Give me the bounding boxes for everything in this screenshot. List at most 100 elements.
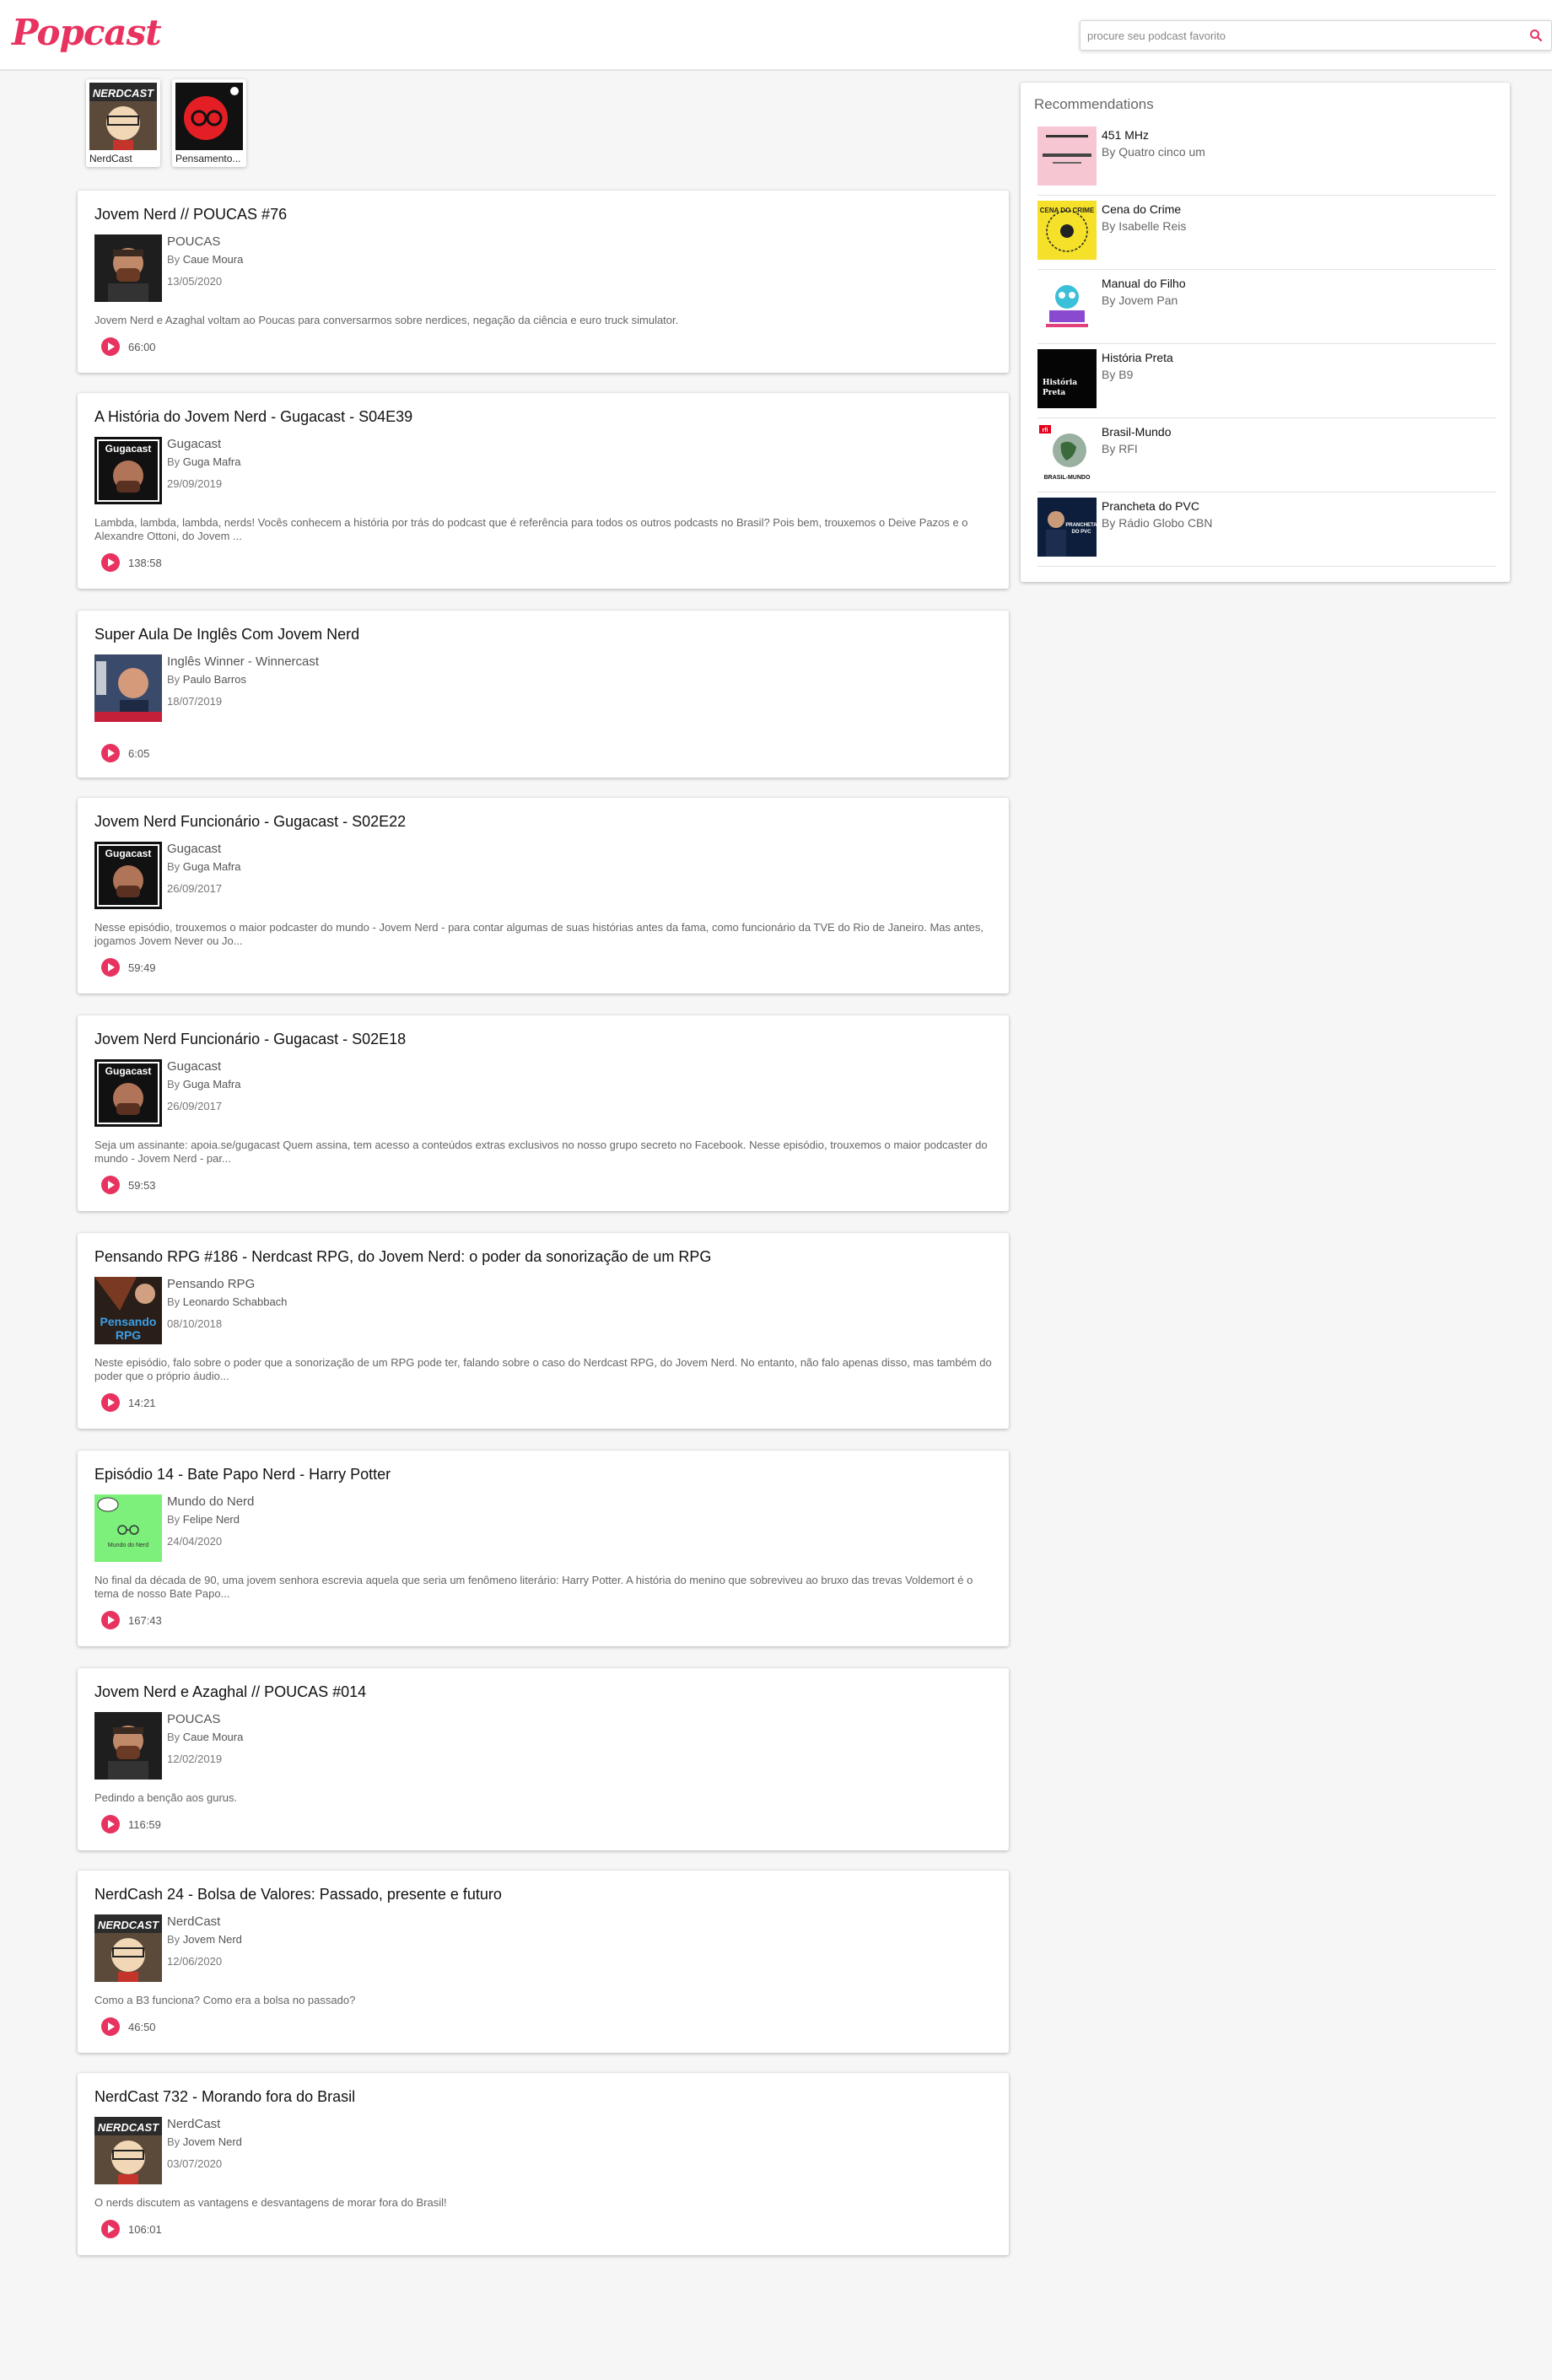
episode-card[interactable]: Super Aula De Inglês Com Jovem Nerd Ingl… <box>78 611 1009 778</box>
episode-description: O nerds discutem as vantagens e desvanta… <box>94 2196 447 2209</box>
recommendation-item[interactable]: Manual do Filho By Jovem Pan <box>1037 270 1496 344</box>
episode-podcast[interactable]: POUCAS <box>167 234 220 249</box>
manual-do-filho-cover <box>1037 275 1097 334</box>
recommendation-item[interactable]: 451 MHz By Quatro cinco um <box>1037 121 1496 196</box>
by-label: By <box>167 2135 181 2148</box>
recommendation-item[interactable]: CENA DO CRIME Cena do Crime By Isabelle … <box>1037 196 1496 270</box>
recommendation-item[interactable]: rfi BRASIL-MUNDO Brasil-Mundo By RFI <box>1037 418 1496 493</box>
author-name[interactable]: Jovem Nerd <box>183 1933 242 1946</box>
episode-author: By Caue Moura <box>167 253 243 266</box>
episode-date: 08/10/2018 <box>167 1317 223 1330</box>
episode-podcast[interactable]: POUCAS <box>167 1712 220 1726</box>
search-icon[interactable] <box>1529 29 1543 42</box>
episode-podcast[interactable]: Mundo do Nerd <box>167 1494 254 1509</box>
episode-author: By Leonardo Schabbach <box>167 1295 287 1308</box>
svg-text:Pensando: Pensando <box>100 1315 157 1328</box>
episode-title[interactable]: Pensando RPG #186 - Nerdcast RPG, do Jov… <box>94 1248 711 1266</box>
subscription-label: NerdCast <box>89 153 132 164</box>
episode-podcast[interactable]: Gugacast <box>167 437 221 451</box>
play-icon[interactable] <box>101 1393 120 1412</box>
prancheta-do-pvc-cover: PRANCHETA DO PVC <box>1037 498 1097 557</box>
pensamento-cover <box>175 83 243 150</box>
episode-title[interactable]: Episódio 14 - Bate Papo Nerd - Harry Pot… <box>94 1466 391 1483</box>
play-icon[interactable] <box>101 958 120 977</box>
svg-text:NERDCAST: NERDCAST <box>98 1919 159 1931</box>
episode-title[interactable]: NerdCast 732 - Morando fora do Brasil <box>94 2088 355 2106</box>
episode-description: Pedindo a benção aos gurus. <box>94 1791 238 1804</box>
episode-title[interactable]: Jovem Nerd Funcionário - Gugacast - S02E… <box>94 1031 406 1048</box>
recommendation-name[interactable]: 451 MHz <box>1102 128 1149 142</box>
episode-title[interactable]: A História do Jovem Nerd - Gugacast - S0… <box>94 408 412 426</box>
svg-text:DO PVC: DO PVC <box>1071 530 1091 535</box>
author-name[interactable]: Felipe Nerd <box>183 1513 240 1526</box>
play-icon[interactable] <box>101 337 120 356</box>
play-icon[interactable] <box>101 2017 120 2036</box>
episode-date: 29/09/2019 <box>167 477 223 490</box>
author-name[interactable]: Jovem Nerd <box>183 2135 242 2148</box>
episode-card[interactable]: NerdCast 732 - Morando fora do Brasil NE… <box>78 2073 1009 2255</box>
play-icon[interactable] <box>101 2220 120 2238</box>
play-icon[interactable] <box>101 1176 120 1194</box>
episode-podcast[interactable]: NerdCast <box>167 1914 220 1929</box>
recommendation-name[interactable]: Prancheta do PVC <box>1102 499 1199 513</box>
episode-podcast[interactable]: NerdCast <box>167 2117 220 2131</box>
author-name[interactable]: Guga Mafra <box>183 860 241 873</box>
play-icon[interactable] <box>101 744 120 762</box>
episode-author: By Guga Mafra <box>167 860 240 873</box>
play-icon[interactable] <box>101 553 120 572</box>
episode-title[interactable]: Super Aula De Inglês Com Jovem Nerd <box>94 626 359 643</box>
episode-title[interactable]: Jovem Nerd e Azaghal // POUCAS #014 <box>94 1683 366 1701</box>
by-label: By <box>167 673 181 686</box>
episode-card[interactable]: Jovem Nerd Funcionário - Gugacast - S02E… <box>78 1015 1009 1211</box>
brasil-mundo-cover: rfi BRASIL-MUNDO <box>1037 423 1097 482</box>
episode-podcast[interactable]: Inglês Winner - Winnercast <box>167 654 319 669</box>
gugacast-logo-text: Gugacast <box>105 1065 152 1077</box>
recommendation-name[interactable]: Manual do Filho <box>1102 277 1186 290</box>
episode-card[interactable]: Jovem Nerd // POUCAS #76 POUCAS By Caue … <box>78 191 1009 373</box>
episode-card[interactable]: A História do Jovem Nerd - Gugacast - S0… <box>78 393 1009 589</box>
episode-title[interactable]: Jovem Nerd Funcionário - Gugacast - S02E… <box>94 813 406 831</box>
play-icon[interactable] <box>101 1815 120 1833</box>
recommendation-item[interactable]: História Preta História Preta By B9 <box>1037 344 1496 418</box>
app-logo[interactable]: Popcast <box>12 12 162 53</box>
author-name[interactable]: Guga Mafra <box>183 1078 241 1090</box>
winnercast-cover <box>94 654 162 722</box>
episode-description: Como a B3 funciona? Como era a bolsa no … <box>94 1994 356 2006</box>
by-label: By <box>167 253 181 266</box>
author-name[interactable]: Caue Moura <box>183 1731 244 1743</box>
recommendation-name[interactable]: Cena do Crime <box>1102 202 1181 216</box>
episode-podcast[interactable]: Gugacast <box>167 1059 221 1074</box>
episode-author: By Paulo Barros <box>167 673 246 686</box>
episode-card[interactable]: Jovem Nerd Funcionário - Gugacast - S02E… <box>78 798 1009 993</box>
episode-card[interactable]: Episódio 14 - Bate Papo Nerd - Harry Pot… <box>78 1451 1009 1646</box>
search-input[interactable] <box>1087 21 1509 50</box>
author-name[interactable]: Leonardo Schabbach <box>183 1295 288 1308</box>
play-icon[interactable] <box>101 1611 120 1629</box>
author-name[interactable]: Paulo Barros <box>183 673 246 686</box>
author-name[interactable]: Caue Moura <box>183 253 244 266</box>
subscription-card-pensamento[interactable]: Pensamento... <box>172 79 246 167</box>
episode-title[interactable]: Jovem Nerd // POUCAS #76 <box>94 206 287 223</box>
episode-podcast[interactable]: Pensando RPG <box>167 1277 255 1291</box>
poucas-cover <box>94 1712 162 1780</box>
author-name[interactable]: Guga Mafra <box>183 455 241 468</box>
by-label: By <box>167 1513 181 1526</box>
episode-title[interactable]: NerdCash 24 - Bolsa de Valores: Passado,… <box>94 1886 502 1903</box>
mundo-do-nerd-cover: Mundo do Nerd <box>94 1494 162 1562</box>
recommendation-item[interactable]: PRANCHETA DO PVC Prancheta do PVC By Rád… <box>1037 493 1496 567</box>
episode-card[interactable]: Pensando RPG #186 - Nerdcast RPG, do Jov… <box>78 1233 1009 1429</box>
subscription-card-nerdcast[interactable]: NERDCAST NerdCast <box>86 79 160 167</box>
recommendation-name[interactable]: Brasil-Mundo <box>1102 425 1171 439</box>
episode-card[interactable]: NerdCash 24 - Bolsa de Valores: Passado,… <box>78 1871 1009 2053</box>
subscription-label: Pensamento... <box>175 153 241 164</box>
episode-description: Jovem Nerd e Azaghal voltam ao Poucas pa… <box>94 314 679 326</box>
recommendation-author: By Jovem Pan <box>1102 293 1178 307</box>
recommendation-name[interactable]: História Preta <box>1102 351 1173 364</box>
episode-author: By Jovem Nerd <box>167 1933 242 1946</box>
recommendations-panel: Recommendations 451 MHz By Quatro cinco … <box>1021 83 1510 582</box>
subscriptions-row: NERDCAST NerdCast Pensamento... <box>86 79 246 167</box>
episode-podcast[interactable]: Gugacast <box>167 842 221 856</box>
episode-card[interactable]: Jovem Nerd e Azaghal // POUCAS #014 POUC… <box>78 1668 1009 1850</box>
by-label: By <box>167 1731 181 1743</box>
recommendations-title: Recommendations <box>1034 96 1154 112</box>
